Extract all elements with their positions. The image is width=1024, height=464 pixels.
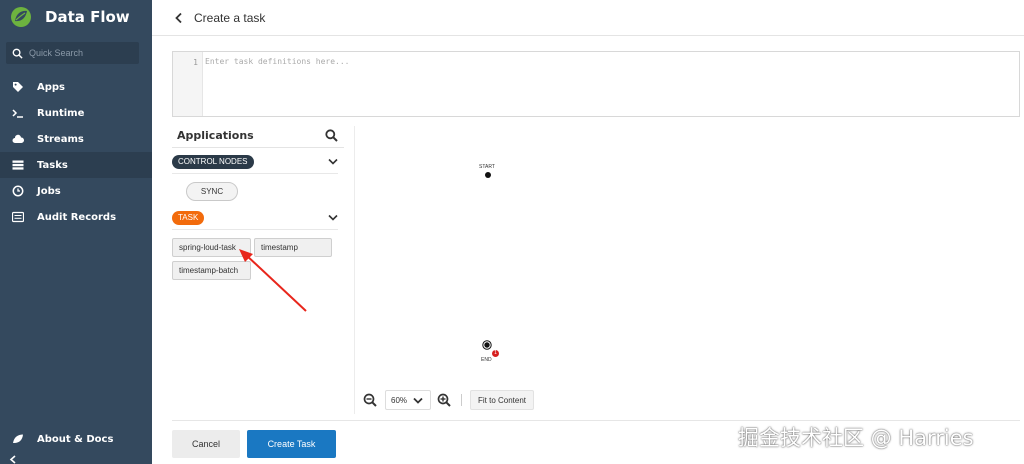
sidebar-item-about-docs[interactable]: About & Docs bbox=[0, 426, 152, 452]
collapse-sidebar-icon[interactable] bbox=[9, 455, 17, 464]
palette-app-sync[interactable]: SYNC bbox=[186, 182, 238, 201]
error-marker-badge[interactable]: 1 bbox=[492, 350, 499, 357]
zoom-in-icon[interactable] bbox=[437, 393, 451, 407]
sidebar-item-streams[interactable]: Streams bbox=[0, 126, 152, 152]
footer-divider bbox=[172, 420, 1020, 421]
sidebar-item-runtime[interactable]: Runtime bbox=[0, 100, 152, 126]
sidebar-item-tasks[interactable]: Tasks bbox=[0, 152, 152, 178]
page-header: Create a task bbox=[152, 0, 1024, 36]
clock-icon bbox=[11, 185, 25, 197]
end-node-label: END bbox=[481, 357, 492, 363]
sidebar-nav: Apps Runtime Streams Tasks Jobs Audit Re… bbox=[0, 74, 152, 230]
group-control-nodes[interactable]: CONTROL NODES bbox=[172, 154, 338, 174]
leaf-icon bbox=[11, 433, 25, 445]
applications-palette: Applications CONTROL NODES SYNC TASK spr… bbox=[172, 124, 344, 416]
sidebar-item-label: Apps bbox=[37, 81, 66, 93]
toolbar-divider bbox=[461, 394, 462, 406]
palette-title: Applications bbox=[177, 129, 254, 142]
zoom-out-icon[interactable] bbox=[363, 393, 377, 407]
palette-app-timestamp[interactable]: timestamp bbox=[254, 238, 332, 257]
page-title: Create a task bbox=[194, 10, 266, 25]
sidebar-item-label: Audit Records bbox=[37, 211, 117, 223]
search-icon bbox=[12, 48, 23, 59]
quick-search[interactable] bbox=[6, 42, 139, 64]
sidebar-item-label: Jobs bbox=[37, 185, 61, 197]
line-number: 1 bbox=[193, 58, 198, 67]
chevron-down-icon[interactable] bbox=[328, 214, 338, 221]
back-arrow-icon[interactable] bbox=[174, 12, 184, 24]
sidebar-item-jobs[interactable]: Jobs bbox=[0, 178, 152, 204]
tasks-icon bbox=[11, 159, 25, 171]
sidebar-about: About & Docs bbox=[0, 426, 152, 452]
create-task-button[interactable]: Create Task bbox=[247, 430, 336, 458]
fit-to-content-button[interactable]: Fit to Content bbox=[470, 390, 535, 410]
task-definition-input[interactable] bbox=[205, 57, 1005, 111]
flow-canvas[interactable]: START 1 END 60% Fit to Content bbox=[354, 126, 1020, 414]
sidebar: Data Flow Apps Runtime Streams bbox=[0, 0, 152, 464]
sidebar-item-label: Tasks bbox=[37, 159, 68, 171]
search-icon[interactable] bbox=[325, 129, 338, 142]
chevron-down-icon[interactable] bbox=[328, 158, 338, 165]
task-definition-editor[interactable]: 1 bbox=[172, 51, 1020, 117]
chevron-down-icon bbox=[413, 397, 423, 404]
start-node[interactable] bbox=[484, 171, 492, 179]
group-badge: CONTROL NODES bbox=[172, 154, 254, 169]
brand[interactable]: Data Flow bbox=[10, 6, 130, 28]
zoom-level-value: 60% bbox=[391, 395, 408, 405]
palette-app-timestamp-batch[interactable]: timestamp-batch bbox=[172, 261, 251, 280]
sidebar-item-audit-records[interactable]: Audit Records bbox=[0, 204, 152, 230]
cloud-icon bbox=[11, 133, 25, 145]
palette-app-spring-loud-task[interactable]: spring-loud-task bbox=[172, 238, 251, 257]
group-task[interactable]: TASK bbox=[172, 210, 338, 230]
spring-leaf-logo-icon bbox=[11, 7, 31, 27]
terminal-icon bbox=[11, 107, 25, 119]
group-badge: TASK bbox=[172, 210, 205, 225]
palette-header: Applications bbox=[172, 124, 344, 148]
end-node[interactable] bbox=[482, 340, 492, 350]
sidebar-item-label: Streams bbox=[37, 133, 84, 145]
watermark: 掘金技术社区 @ Harries bbox=[738, 426, 974, 450]
zoom-level-select[interactable]: 60% bbox=[385, 390, 431, 410]
app-title: Data Flow bbox=[45, 8, 130, 26]
tag-icon bbox=[11, 81, 25, 93]
sidebar-item-apps[interactable]: Apps bbox=[0, 74, 152, 100]
sidebar-item-label: About & Docs bbox=[37, 433, 114, 445]
start-node-label: START bbox=[479, 164, 495, 170]
editor-gutter: 1 bbox=[173, 52, 203, 116]
list-icon bbox=[11, 211, 25, 223]
cancel-button[interactable]: Cancel bbox=[172, 430, 240, 458]
search-input[interactable] bbox=[29, 48, 139, 58]
zoom-controls: 60% Fit to Content bbox=[363, 389, 535, 411]
sidebar-item-label: Runtime bbox=[37, 107, 85, 119]
